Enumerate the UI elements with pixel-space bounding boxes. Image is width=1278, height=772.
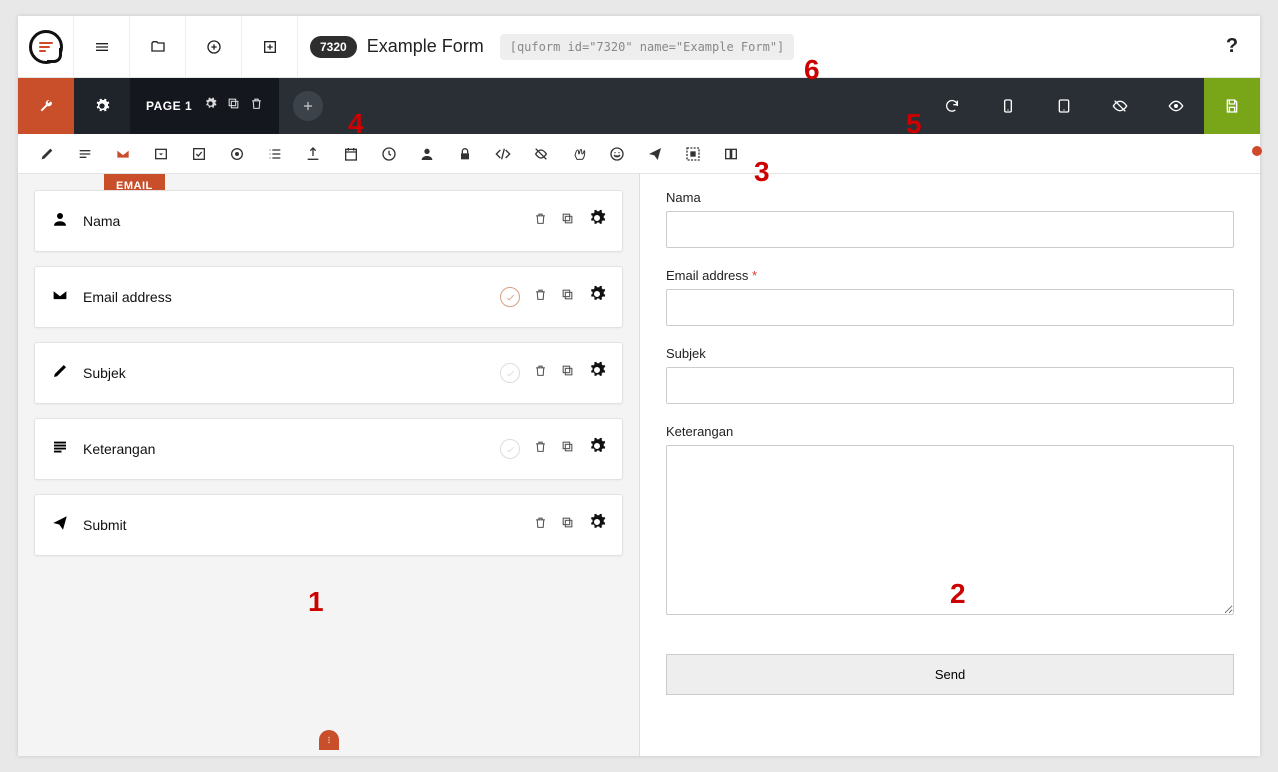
preview-pane: Nama Email address * Subjek Keterangan S… [639,174,1260,756]
builder-block[interactable]: Email address [34,266,623,328]
preview-input-subjek[interactable] [666,367,1234,404]
preview-label-email: Email address * [666,268,1234,283]
block-delete-icon[interactable] [534,212,547,230]
save-button[interactable] [1204,78,1260,134]
block-duplicate-icon[interactable] [561,364,574,382]
element-type-bar: EMAIL [18,134,1260,174]
block-delete-icon[interactable] [534,440,547,458]
block-type-icon [51,438,69,461]
preview-submit-button[interactable]: Send [666,654,1234,695]
element-hidden-icon[interactable] [522,134,560,174]
block-type-icon [51,210,69,233]
element-checkbox-icon[interactable] [180,134,218,174]
page-settings-icon[interactable] [204,97,217,115]
element-name-icon[interactable] [408,134,446,174]
preview-textarea-ket[interactable] [666,445,1234,615]
element-radio-icon[interactable] [218,134,256,174]
required-badge-icon[interactable] [500,287,520,307]
menu-button[interactable] [74,16,130,78]
element-columns-icon[interactable] [712,134,750,174]
block-delete-icon[interactable] [534,364,547,382]
add-page-button[interactable] [293,91,323,121]
page-tab-bar: PAGE 1 [18,78,1260,134]
block-label: Email address [83,289,486,305]
element-textarea-icon[interactable] [66,134,104,174]
tools-tab[interactable] [18,78,74,134]
preview-mobile-button[interactable] [980,78,1036,134]
block-type-icon [51,514,69,537]
form-id-badge: 7320 [310,36,357,58]
form-title: Example Form [367,36,484,57]
element-captcha-icon[interactable] [598,134,636,174]
block-type-icon [51,362,69,385]
block-settings-icon[interactable] [588,437,606,461]
block-settings-icon[interactable] [588,209,606,233]
toggle-hidden-button[interactable] [1092,78,1148,134]
block-label: Subjek [83,365,486,381]
block-settings-icon[interactable] [588,513,606,537]
block-delete-icon[interactable] [534,516,547,534]
block-duplicate-icon[interactable] [561,516,574,534]
logo[interactable] [18,16,74,78]
element-submit-icon[interactable] [636,134,674,174]
preview-button[interactable] [1148,78,1204,134]
preview-label-subjek: Subjek [666,346,1234,361]
notification-dot [1252,146,1262,156]
element-text-icon[interactable] [28,134,66,174]
block-duplicate-icon[interactable] [561,440,574,458]
page-copy-icon[interactable] [227,97,240,115]
resize-handle[interactable] [319,730,339,750]
preview-input-email[interactable] [666,289,1234,326]
element-date-icon[interactable] [332,134,370,174]
builder-block[interactable]: Nama [34,190,623,252]
block-delete-icon[interactable] [534,288,547,306]
settings-tab[interactable] [74,78,130,134]
element-group-icon[interactable] [674,134,712,174]
preview-label-ket: Keterangan [666,424,1234,439]
required-badge-icon[interactable] [500,363,520,383]
page-delete-icon[interactable] [250,97,263,115]
block-label: Nama [83,213,520,229]
builder-block[interactable]: Subjek [34,342,623,404]
top-toolbar: 7320 Example Form [quform id="7320" name… [18,16,1260,78]
shortcode-snippet[interactable]: [quform id="7320" name="Example Form"] [500,34,795,60]
element-email-icon[interactable]: EMAIL [104,134,142,174]
block-duplicate-icon[interactable] [561,212,574,230]
element-recaptcha-icon[interactable] [560,134,598,174]
page-tab-label: PAGE 1 [146,99,192,113]
preview-label-nama: Nama [666,190,1234,205]
element-time-icon[interactable] [370,134,408,174]
element-password-icon[interactable] [446,134,484,174]
new-button[interactable] [186,16,242,78]
builder-pane: Nama Email address Subjek Keterangan Submit [18,174,639,756]
preview-tablet-button[interactable] [1036,78,1092,134]
element-html-icon[interactable] [484,134,522,174]
preview-input-nama[interactable] [666,211,1234,248]
builder-block[interactable]: Submit [34,494,623,556]
element-select-icon[interactable] [142,134,180,174]
block-label: Submit [83,517,520,533]
required-badge-icon[interactable] [500,439,520,459]
builder-block[interactable]: Keterangan [34,418,623,480]
element-list-icon[interactable] [256,134,294,174]
open-button[interactable] [130,16,186,78]
block-settings-icon[interactable] [588,361,606,385]
element-file-icon[interactable] [294,134,332,174]
refresh-button[interactable] [924,78,980,134]
block-label: Keterangan [83,441,486,457]
block-duplicate-icon[interactable] [561,288,574,306]
block-type-icon [51,286,69,309]
help-button[interactable]: ? [1204,35,1260,58]
block-settings-icon[interactable] [588,285,606,309]
page-tab-1[interactable]: PAGE 1 [130,78,279,134]
insert-button[interactable] [242,16,298,78]
